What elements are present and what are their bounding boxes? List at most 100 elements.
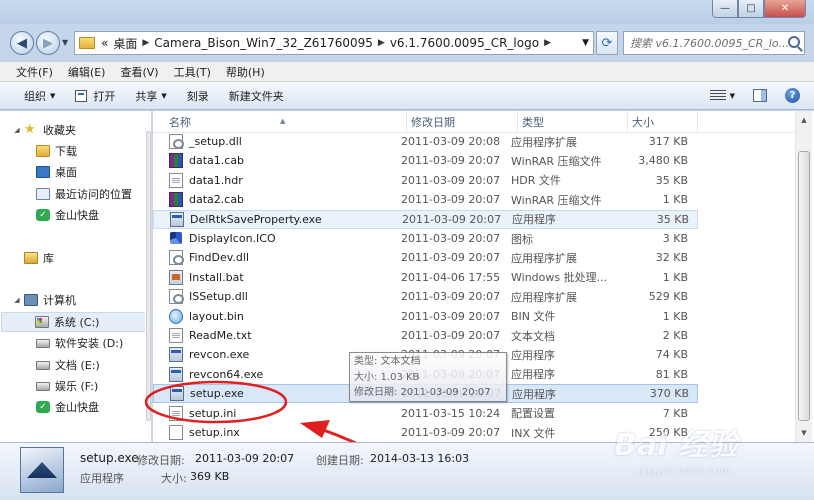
menu-view[interactable]: 查看(V): [120, 64, 158, 80]
nav-scrollbar[interactable]: [145, 111, 151, 442]
computer-icon: [24, 294, 38, 306]
address-dropdown-icon[interactable]: ▼: [582, 38, 589, 48]
nav-libraries-label: 库: [43, 252, 54, 265]
recent-places-icon: [36, 188, 50, 200]
burn-button[interactable]: 刻录: [187, 88, 209, 104]
file-name-cell[interactable]: _setup.dll: [153, 134, 395, 149]
scroll-up-icon[interactable]: ▲: [798, 113, 810, 127]
new-folder-button[interactable]: 新建文件夹: [229, 88, 284, 104]
drive-icon: [36, 381, 50, 391]
file-modified-date: 2011-03-09 20:07: [401, 154, 501, 168]
help-icon[interactable]: ?: [785, 88, 800, 103]
breadcrumb-desktop[interactable]: 桌面: [113, 35, 137, 52]
file-name-cell[interactable]: FindDev.dll: [153, 250, 395, 266]
file-name-cell[interactable]: setup.inx: [153, 425, 395, 440]
column-header-size[interactable]: 大小: [628, 111, 698, 133]
details-created-value: 2014-03-13 16:03: [370, 452, 470, 465]
file-name-cell[interactable]: ISSetup.dll: [153, 289, 395, 305]
file-row[interactable]: DisplayIcon.ICO 2011-03-09 20:07 图标 3 KB: [153, 229, 698, 248]
breadcrumb-overflow[interactable]: «: [101, 36, 108, 50]
dll-file-icon: [169, 289, 184, 305]
search-input[interactable]: 搜索 v6.1.7600.0095_CR_lo...: [623, 31, 805, 55]
breadcrumb-parent-folder[interactable]: Camera_Bison_Win7_32_Z61760095: [154, 36, 373, 50]
column-header-type[interactable]: 类型: [518, 111, 628, 133]
watermark-logo: Bai 经验: [614, 428, 738, 463]
file-name-cell[interactable]: data1.cab: [153, 153, 395, 169]
file-row[interactable]: ISSetup.dll 2011-03-09 20:07 应用程序扩展 529 KB: [153, 287, 698, 306]
file-row[interactable]: FindDev.dll 2011-03-09 20:07 应用程序扩展 32 KB: [153, 248, 698, 267]
nav-drive-f[interactable]: 娱乐 (F:): [36, 376, 98, 396]
chevron-down-icon[interactable]: ▼: [730, 92, 735, 100]
file-name-cell[interactable]: Install.bat: [153, 269, 395, 285]
nav-libraries[interactable]: 库: [24, 248, 54, 268]
column-header-date[interactable]: 修改日期: [407, 111, 518, 133]
file-name-cell[interactable]: DisplayIcon.ICO: [153, 231, 395, 246]
exe-file-icon: [169, 366, 183, 382]
file-name-cell[interactable]: layout.bin: [153, 308, 395, 324]
breadcrumb-separator-icon[interactable]: ▶: [378, 38, 385, 48]
forward-button[interactable]: ▶: [36, 31, 60, 55]
file-row[interactable]: DelRtkSaveProperty.exe 2011-03-09 20:07 应用…: [153, 209, 698, 229]
nav-recent-places[interactable]: 最近访问的位置: [36, 184, 132, 204]
collapse-arrow-icon[interactable]: ◢: [12, 126, 22, 134]
share-button[interactable]: 共享 ▼: [135, 88, 166, 104]
nav-jinshan-kuaipan[interactable]: ✓ 金山快盘: [36, 205, 99, 225]
breadcrumb-current-folder[interactable]: v6.1.7600.0095_CR_logo: [390, 36, 539, 50]
close-button[interactable]: ✕: [764, 0, 806, 18]
nav-drive-d[interactable]: 软件安装 (D:): [36, 333, 123, 353]
nav-desktop[interactable]: 桌面: [36, 162, 77, 182]
nav-computer[interactable]: ◢ 计算机: [12, 290, 76, 310]
file-type: 应用程序扩展: [511, 251, 577, 265]
address-bar[interactable]: « 桌面 ▶ Camera_Bison_Win7_32_Z61760095 ▶ …: [74, 31, 594, 55]
nav-drive-e[interactable]: 文档 (E:): [36, 355, 100, 375]
file-name-cell[interactable]: data2.cab: [153, 192, 395, 208]
file-row[interactable]: data2.cab 2011-03-09 20:07 WinRAR 压缩文件 1 KB: [153, 190, 698, 209]
breadcrumb-separator-icon[interactable]: ▶: [142, 38, 149, 48]
minimize-button[interactable]: —: [712, 0, 738, 18]
nav-drive-c-label: 系统 (C:): [54, 316, 100, 329]
column-header-name[interactable]: ▲ 名称: [153, 111, 407, 133]
menu-edit[interactable]: 编辑(E): [68, 64, 106, 80]
breadcrumb-separator-icon[interactable]: ▶: [544, 38, 551, 48]
file-size: 3 KB: [662, 232, 688, 245]
file-name: data2.cab: [189, 193, 245, 207]
file-size: 529 KB: [648, 290, 688, 304]
maximize-button[interactable]: □: [738, 0, 764, 18]
file-row[interactable]: _setup.dll 2011-03-09 20:08 应用程序扩展 317 KB: [153, 132, 698, 151]
nav-jinshan-kuaipan-2[interactable]: ✓ 金山快盘: [36, 397, 99, 417]
menu-file[interactable]: 文件(F): [16, 64, 53, 80]
open-button[interactable]: 打开: [75, 88, 115, 104]
preview-pane-icon[interactable]: [753, 89, 767, 102]
nav-favorites[interactable]: ◢ ★ 收藏夹: [12, 120, 76, 140]
sort-ascending-icon: ▲: [280, 117, 286, 125]
file-size: 1 KB: [662, 270, 688, 284]
title-bar: — □ ✕: [0, 0, 814, 24]
refresh-button[interactable]: ⟳: [596, 31, 618, 55]
back-button[interactable]: ◀: [10, 31, 34, 55]
menu-help[interactable]: 帮助(H): [226, 64, 265, 80]
file-list-scrollbar[interactable]: ▲ ▼: [795, 111, 812, 442]
organize-button[interactable]: 组织 ▼: [24, 88, 55, 104]
collapse-arrow-icon[interactable]: ◢: [12, 296, 22, 304]
nav-scrollbar-thumb[interactable]: [146, 131, 151, 421]
search-icon[interactable]: [788, 36, 800, 48]
file-name-cell[interactable]: setup.ini: [153, 405, 395, 421]
change-view-icon[interactable]: [709, 89, 726, 102]
file-name-cell[interactable]: ReadMe.txt: [153, 328, 395, 343]
nav-downloads[interactable]: 下载: [36, 141, 77, 161]
file-name-cell[interactable]: DelRtkSaveProperty.exe: [154, 211, 396, 227]
file-size: 74 KB: [655, 348, 688, 362]
file-row[interactable]: data1.hdr 2011-03-09 20:07 HDR 文件 35 KB: [153, 171, 698, 190]
file-type: HDR 文件: [511, 174, 561, 188]
file-list-scrollbar-thumb[interactable]: [798, 151, 810, 421]
share-label: 共享: [135, 89, 158, 103]
file-row[interactable]: layout.bin 2011-03-09 20:07 BIN 文件 1 KB: [153, 307, 698, 326]
file-row[interactable]: ReadMe.txt 2011-03-09 20:07 文本文档 2 KB: [153, 326, 698, 345]
file-name: revcon.exe: [189, 348, 250, 362]
menu-tools[interactable]: 工具(T): [174, 64, 211, 80]
file-row[interactable]: Install.bat 2011-04-06 17:55 Windows 批处理..…: [153, 268, 698, 287]
recent-pages-dropdown[interactable]: ▼: [62, 38, 68, 47]
file-row[interactable]: data1.cab 2011-03-09 20:07 WinRAR 压缩文件 3,48…: [153, 151, 698, 170]
nav-drive-c[interactable]: 系统 (C:): [1, 312, 149, 332]
file-name-cell[interactable]: data1.hdr: [153, 172, 395, 188]
